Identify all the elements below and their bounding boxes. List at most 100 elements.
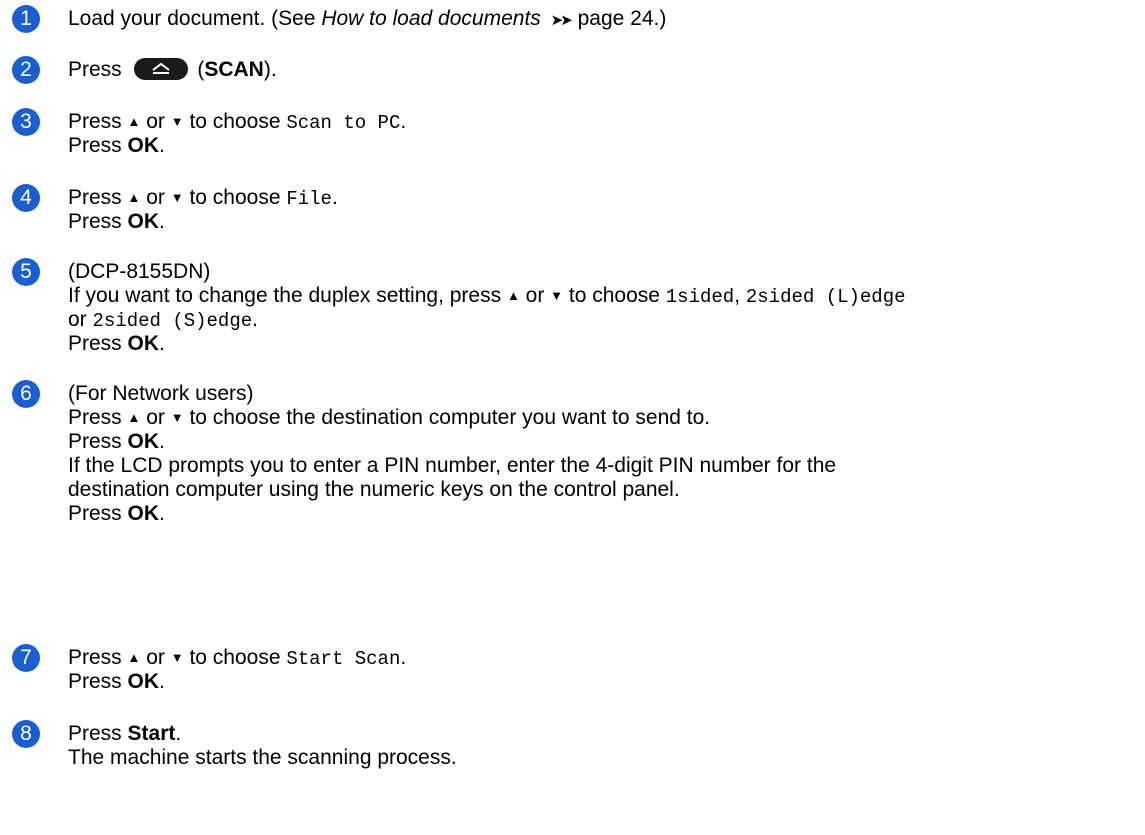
text: to choose [183, 110, 287, 133]
text: . [159, 502, 165, 525]
text: Press [68, 502, 128, 525]
step-7-line-2: Press OK. [68, 670, 165, 694]
text: Press [68, 646, 128, 669]
step-1-text: Load your document. (See How to load doc… [68, 7, 666, 33]
text: or [140, 646, 171, 669]
step-6-line-5: destination computer using the numeric k… [68, 478, 680, 502]
text: If the LCD prompts you to enter a PIN nu… [68, 454, 837, 477]
link-how-to-load-documents[interactable]: How to load documents [321, 7, 540, 30]
text: Press [68, 670, 128, 693]
step-4-line-2: Press OK. [68, 210, 165, 234]
menu-option: Scan to PC [286, 112, 401, 134]
page-reference: page 24.) [571, 7, 667, 30]
down-arrow-icon: ▼ [170, 410, 184, 425]
step-6-line-3: Press OK. [68, 430, 165, 454]
menu-option: 1sided [665, 286, 735, 308]
step-3-line-1: Press ▲ or ▼ to choose Scan to PC. [68, 110, 406, 135]
step-6-line-1: (For Network users) [68, 382, 254, 406]
text: Press [68, 722, 128, 745]
up-arrow-icon: ▲ [506, 288, 520, 303]
step-number-badge: 5 [12, 258, 40, 286]
step-7-line-1: Press ▲ or ▼ to choose Start Scan. [68, 646, 406, 671]
text: Press [68, 430, 128, 453]
up-arrow-icon: ▲ [127, 114, 141, 129]
ok-key-label: OK [127, 332, 160, 355]
down-arrow-icon: ▼ [170, 190, 184, 205]
text: Press [68, 110, 128, 133]
step-8-line-1: Press Start. [68, 722, 181, 746]
down-arrow-icon: ▼ [170, 114, 184, 129]
ok-key-label: OK [127, 210, 160, 233]
step-8-line-2: The machine starts the scanning process. [68, 746, 457, 770]
ok-key-label: OK [127, 670, 160, 693]
text: Press [68, 210, 128, 233]
step-number-badge: 8 [12, 720, 40, 748]
text: or [140, 110, 171, 133]
text: Press [68, 332, 128, 355]
text: . [400, 646, 407, 669]
result-text: The machine starts the scanning process. [68, 746, 457, 769]
scan-label: SCAN [204, 58, 264, 81]
text: to choose the destination computer you w… [183, 406, 711, 429]
text: Press [68, 58, 128, 81]
text: or [140, 406, 171, 429]
step-number-badge: 6 [12, 380, 40, 408]
text: , [734, 284, 746, 307]
step-number-badge: 2 [12, 56, 40, 84]
text: . [159, 430, 165, 453]
start-key-label: Start [127, 722, 176, 745]
text: Load your document. (See [68, 7, 322, 30]
text: or [68, 308, 93, 331]
text: ( [191, 58, 205, 81]
text: . [175, 722, 182, 745]
text: to choose [563, 284, 666, 307]
model-name: (DCP-8155DN) [68, 260, 211, 283]
double-arrow-icon: ➤➤ [550, 12, 573, 29]
step-5-line-1: (DCP-8155DN) [68, 260, 210, 284]
text: Press [68, 406, 128, 429]
text: to choose [183, 646, 287, 669]
text: or [140, 186, 171, 209]
step-3-line-2: Press OK. [68, 134, 165, 158]
scan-button-icon [133, 58, 188, 80]
step-5-line-2: If you want to change the duplex setting… [68, 284, 906, 309]
text: ). [263, 58, 277, 81]
text: . [159, 332, 165, 355]
ok-key-label: OK [127, 134, 160, 157]
text: . [331, 186, 338, 209]
step-2-text: Press (SCAN). [68, 58, 277, 82]
text: to choose [183, 186, 287, 209]
text: . [159, 670, 165, 693]
step-number-badge: 1 [12, 5, 40, 33]
up-arrow-icon: ▲ [127, 190, 141, 205]
step-6-line-6: Press OK. [68, 502, 165, 526]
up-arrow-icon: ▲ [127, 650, 141, 665]
up-arrow-icon: ▲ [127, 410, 141, 425]
network-users-heading: (For Network users) [68, 382, 254, 405]
ok-key-label: OK [127, 502, 160, 525]
step-number-badge: 3 [12, 108, 40, 136]
ok-key-label: OK [127, 430, 160, 453]
menu-option: 2sided (L)edge [745, 286, 906, 308]
text: Press [68, 134, 128, 157]
menu-option: File [286, 188, 332, 210]
text: . [252, 308, 258, 331]
step-number-badge: 4 [12, 184, 40, 212]
text: If you want to change the duplex setting… [68, 284, 507, 307]
text: . [159, 210, 165, 233]
text: . [159, 134, 165, 157]
step-6-line-2: Press ▲ or ▼ to choose the destination c… [68, 406, 710, 430]
text: or [519, 284, 551, 307]
text: destination computer using the numeric k… [68, 478, 680, 501]
down-arrow-icon: ▼ [170, 650, 184, 665]
step-5-line-4: Press OK. [68, 332, 165, 356]
step-4-line-1: Press ▲ or ▼ to choose File. [68, 186, 338, 211]
step-number-badge: 7 [12, 644, 40, 672]
menu-option: 2sided (S)edge [92, 310, 253, 332]
step-6-line-4: If the LCD prompts you to enter a PIN nu… [68, 454, 836, 478]
text: Press [68, 186, 128, 209]
down-arrow-icon: ▼ [550, 288, 564, 303]
text: . [400, 110, 407, 133]
step-5-line-3: or 2sided (S)edge. [68, 308, 258, 333]
menu-option: Start Scan [286, 648, 401, 670]
